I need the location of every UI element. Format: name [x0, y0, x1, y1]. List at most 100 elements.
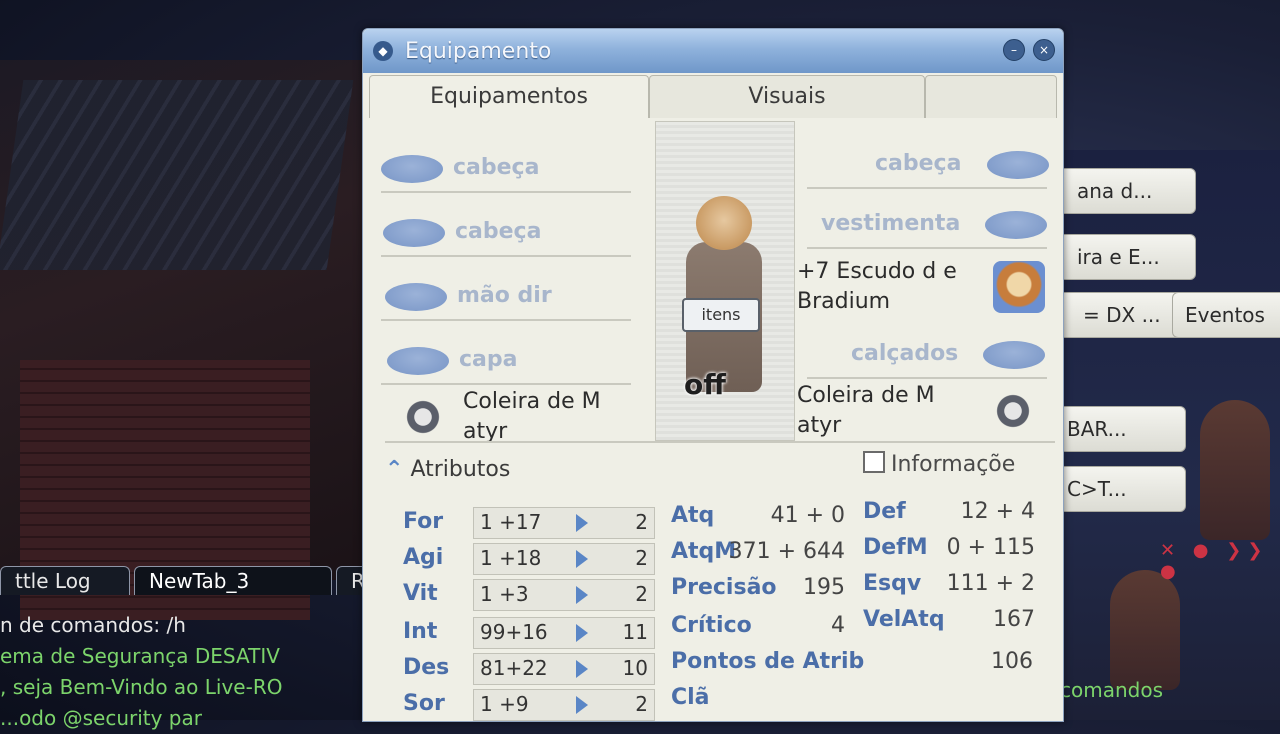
combat-label: Crítico: [671, 613, 752, 638]
stat-value: 1 +3: [480, 582, 529, 606]
stat-box: 1 +18 2: [473, 543, 655, 575]
tab-equipamentos[interactable]: Equipamentos: [369, 75, 649, 118]
combat-value: 195: [803, 575, 845, 600]
chat-line: ...odo @security par: [0, 706, 202, 730]
slot-divider: [381, 191, 631, 193]
title-bar[interactable]: ◆ Equipamento – ×: [363, 29, 1063, 73]
stat-value: 1 +17: [480, 510, 542, 534]
slot-divider: [807, 247, 1047, 249]
chat-tabs: ttle Log NewTab_3 Rec: [0, 566, 406, 596]
shield-icon: [993, 261, 1045, 313]
combat-value: 111 + 2: [946, 571, 1035, 596]
slot-head-top-right[interactable]: cabeça: [807, 145, 1053, 189]
npc-sprite[interactable]: [1200, 400, 1270, 540]
character-head: [696, 196, 752, 250]
stat-value: 81+22: [480, 656, 548, 680]
npc-sprite[interactable]: [1110, 570, 1180, 690]
stat-value: 99+16: [480, 620, 548, 644]
slot-armor[interactable]: vestimenta: [807, 205, 1053, 249]
window-menu-icon[interactable]: ◆: [373, 41, 393, 61]
slot-garment[interactable]: capa: [381, 341, 631, 385]
chat-line: n de comandos: /h: [0, 613, 186, 637]
minimize-icon[interactable]: –: [1003, 39, 1025, 61]
slot-empty-icon: [387, 347, 449, 375]
slot-label: mão dir: [457, 283, 552, 308]
stat-name: Int: [403, 619, 438, 644]
slot-accessory-left[interactable]: Coleira de M atyr: [381, 385, 641, 445]
stat-name: Sor: [403, 691, 445, 716]
slot-empty-icon: [385, 283, 447, 311]
slot-head-mid[interactable]: cabeça: [381, 213, 631, 257]
stat-cost: 2: [635, 546, 648, 570]
tab-empty[interactable]: [925, 75, 1057, 118]
slot-empty-icon: [383, 219, 445, 247]
combat-value: 4: [831, 613, 845, 638]
close-icon[interactable]: ×: [1033, 39, 1055, 61]
slot-item-name: Coleira de M atyr: [797, 383, 935, 438]
stat-cost: 2: [635, 692, 648, 716]
combat-value: 167: [993, 607, 1035, 632]
stat-box: 1 +17 2: [473, 507, 655, 539]
stat-cost: 10: [622, 656, 648, 680]
slot-label: cabeça: [455, 219, 542, 244]
stat-value: 1 +18: [480, 546, 542, 570]
combat-label: DefM: [863, 535, 928, 560]
combat-label: Pontos de Atrib: [671, 649, 865, 674]
slot-empty-icon: [985, 211, 1047, 239]
combat-value: 106: [991, 649, 1033, 674]
stat-name: Des: [403, 655, 450, 680]
stat-row-des: Des 81+22 10: [385, 653, 655, 687]
chat-window: ttle Log NewTab_3 Rec n de comandos: /h …: [0, 560, 406, 730]
events-button[interactable]: Eventos: [1172, 292, 1280, 338]
slot-accessory-right[interactable]: Coleira de M atyr: [797, 379, 1057, 439]
itens-sign: itens: [682, 298, 760, 332]
roof-scenery: [0, 80, 354, 270]
increase-arrow-icon[interactable]: [576, 696, 588, 714]
increase-arrow-icon[interactable]: [576, 550, 588, 568]
attributes-divider: [385, 441, 1055, 443]
combat-velatq: VelAtq 167: [863, 607, 1035, 632]
combat-precisao: Precisão 195: [671, 575, 845, 600]
collapse-icon[interactable]: ⌃: [385, 457, 403, 482]
combat-label: Esqv: [863, 571, 922, 596]
stat-row-sor: Sor 1 +9 2: [385, 689, 655, 723]
info-checkbox[interactable]: Informaçõe: [863, 451, 1015, 477]
slot-label: cabeça: [453, 155, 540, 180]
stat-box: 1 +3 2: [473, 579, 655, 611]
info-label: Informaçõe: [891, 452, 1016, 477]
slot-empty-icon: [983, 341, 1045, 369]
stat-cost: 2: [635, 582, 648, 606]
slot-shoes[interactable]: calçados: [807, 335, 1053, 379]
tab-visuais[interactable]: Visuais: [649, 75, 925, 118]
increase-arrow-icon[interactable]: [576, 586, 588, 604]
combat-esqv: Esqv 111 + 2: [863, 571, 1035, 596]
attributes-toggle[interactable]: ⌃ Atributos: [385, 457, 510, 482]
slot-label: vestimenta: [821, 211, 961, 236]
slot-label: cabeça: [875, 151, 962, 176]
increase-arrow-icon[interactable]: [576, 624, 588, 642]
stat-value: 1 +9: [480, 692, 529, 716]
attributes-label: Atributos: [410, 457, 511, 482]
collar-icon: [993, 391, 1033, 431]
stat-cost: 2: [635, 510, 648, 534]
checkbox-box[interactable]: [863, 451, 885, 473]
combat-cla: Clã: [671, 685, 1033, 710]
slot-shield[interactable]: +7 Escudo d e Bradium: [797, 255, 1057, 321]
stat-row-int: Int 99+16 11: [385, 617, 655, 651]
slot-right-hand[interactable]: mão dir: [381, 277, 631, 321]
collar-icon: [403, 397, 443, 437]
slot-head-top[interactable]: cabeça: [381, 149, 631, 193]
stat-cost: 11: [622, 620, 648, 644]
increase-arrow-icon[interactable]: [576, 660, 588, 678]
tab-battle-log[interactable]: ttle Log: [0, 566, 130, 595]
chat-line: ema de Segurança DESATIV: [0, 644, 280, 668]
combat-label: Def: [863, 499, 906, 524]
slot-label: calçados: [851, 341, 959, 366]
combat-atqm: AtqM 371 + 644: [671, 539, 845, 564]
combat-defm: DefM 0 + 115: [863, 535, 1035, 560]
equipment-window: ◆ Equipamento – × Equipamentos Visuais c…: [362, 28, 1064, 722]
increase-arrow-icon[interactable]: [576, 514, 588, 532]
tab-newtab-3[interactable]: NewTab_3: [134, 566, 332, 595]
chat-line: , seja Bem-Vindo ao Live-RO: [0, 675, 283, 699]
stat-box: 81+22 10: [473, 653, 655, 685]
